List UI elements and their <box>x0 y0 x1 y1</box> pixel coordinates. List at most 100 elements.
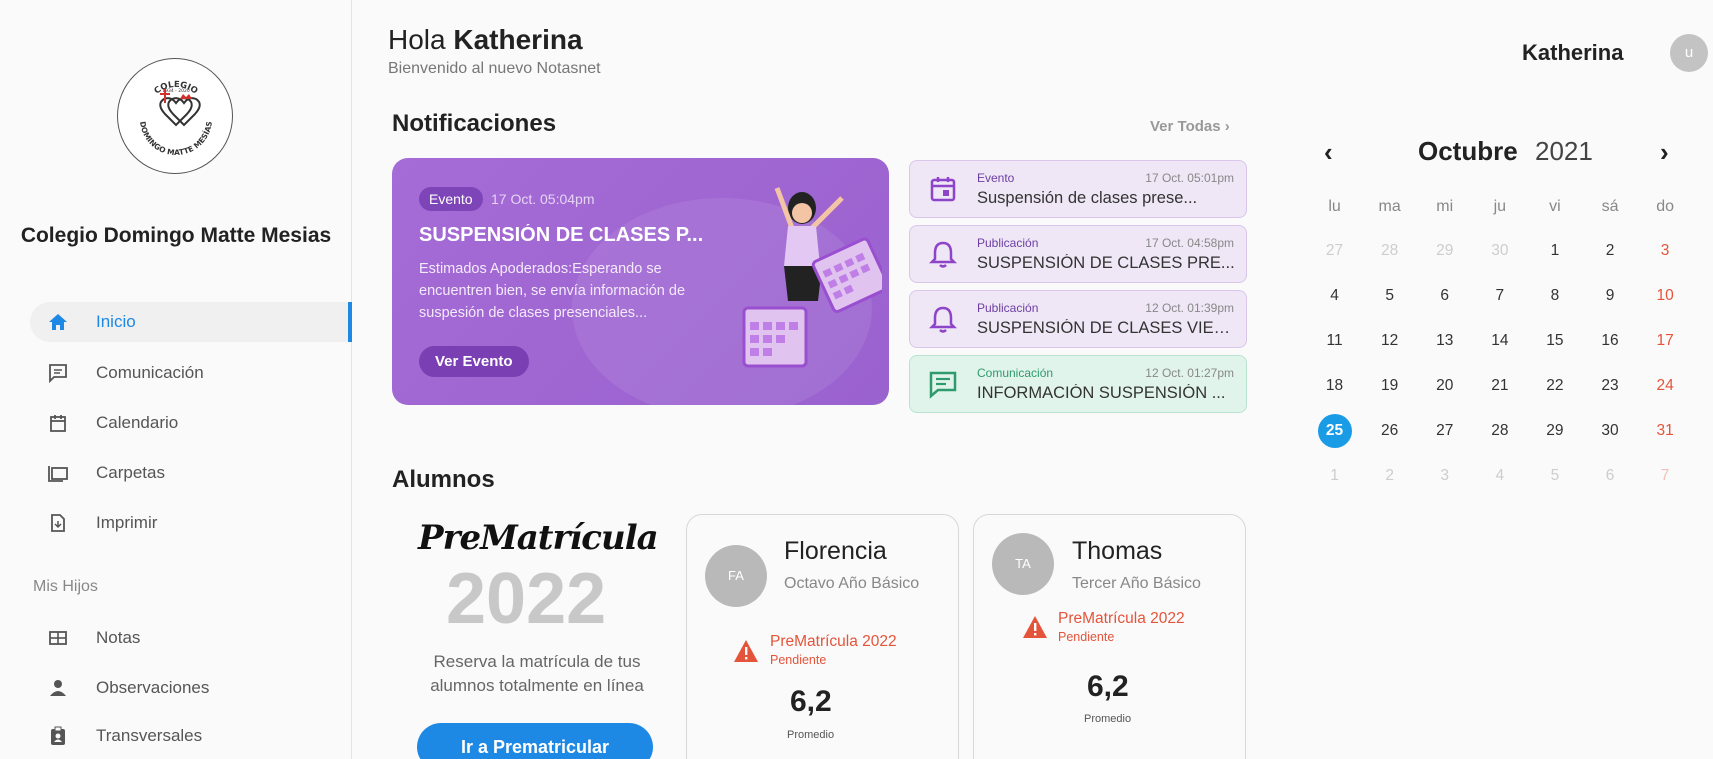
calendar-day[interactable]: 30 <box>1582 414 1637 459</box>
weekday-label: vi <box>1549 198 1561 215</box>
calendar-day[interactable]: 2 <box>1582 234 1637 279</box>
calendar-week-row: 25 26 27 28 29 30 31 <box>1307 414 1693 459</box>
calendar-week-row: 4 5 6 7 8 9 10 <box>1307 279 1693 324</box>
notification-date: 12 Oct. 01:27pm <box>1145 366 1234 380</box>
sidebar-item-label: Calendario <box>96 413 179 432</box>
calendar-day[interactable]: 17 <box>1638 324 1693 369</box>
see-all-link[interactable]: Ver Todas › <box>1150 118 1230 135</box>
notification-type: Evento <box>977 171 1015 185</box>
calendar-week-row: 1234567 <box>1307 459 1693 504</box>
calendar-day[interactable]: 25 <box>1307 414 1362 459</box>
section-label-mis-hijos: Mis Hijos <box>33 578 98 595</box>
calendar-day[interactable]: 12 <box>1362 324 1417 369</box>
notification-item[interactable]: Publicación 12 Oct. 01:39pm SUSPENSIÓN D… <box>909 290 1247 348</box>
calendar-icon <box>928 174 958 204</box>
calendar-day[interactable]: 1 <box>1307 459 1362 504</box>
calendar-today-marker: 25 <box>1317 414 1352 448</box>
featured-notification[interactable]: Evento 17 Oct. 05:04pm SUSPENSIÓN DE CLA… <box>392 158 889 405</box>
avatar: FA <box>705 545 767 607</box>
calendar-day[interactable]: 9 <box>1582 279 1637 324</box>
weekday-label: mi <box>1436 198 1454 215</box>
calendar-day[interactable]: 20 <box>1417 369 1472 414</box>
sidebar-item-imprimir[interactable]: Imprimir <box>30 503 352 543</box>
sidebar-item-inicio[interactable]: Inicio <box>30 302 352 342</box>
sidebar-item-comunicacion[interactable]: Comunicación <box>30 353 352 393</box>
calendar-day[interactable]: 29 <box>1527 414 1582 459</box>
calendar-day[interactable]: 16 <box>1582 324 1637 369</box>
calendar-day[interactable]: 27 <box>1307 234 1362 279</box>
calendar-day[interactable]: 7 <box>1472 279 1527 324</box>
calendar-day[interactable]: 28 <box>1362 234 1417 279</box>
calendar-day[interactable]: 29 <box>1417 234 1472 279</box>
calendar-day[interactable]: 7 <box>1638 459 1693 504</box>
prematricula-title: PreMatrícula <box>418 518 659 558</box>
notification-body: Estimados Apoderados:Esperando se encuen… <box>419 261 686 321</box>
weekday-label: sá <box>1601 198 1619 215</box>
school-name: Colegio Domingo Matte Mesias <box>20 224 332 247</box>
student-card[interactable]: TA Thomas Tercer Año Básico PreMatrícula… <box>973 514 1246 759</box>
calendar-day[interactable]: 5 <box>1362 279 1417 324</box>
user-name[interactable]: Katherina <box>1522 40 1623 66</box>
calendar-day[interactable]: 28 <box>1472 414 1527 459</box>
notification-title: SUSPENSIÓN DE CLASES PRE... <box>977 254 1235 272</box>
student-card[interactable]: FA Florencia Octavo Año Básico PreMatríc… <box>686 514 959 759</box>
student-name: Florencia <box>784 537 887 565</box>
calendar-day[interactable]: 26 <box>1362 414 1417 459</box>
calendar-day[interactable]: 23 <box>1582 369 1637 414</box>
clipboard-icon <box>47 725 69 747</box>
calendar-day[interactable]: 5 <box>1527 459 1582 504</box>
sidebar-item-notas[interactable]: Notas <box>30 618 352 658</box>
sidebar-item-calendario[interactable]: Calendario <box>30 403 352 443</box>
calendar-day[interactable]: 19 <box>1362 369 1417 414</box>
notification-item[interactable]: Evento 17 Oct. 05:01pm Suspensión de cla… <box>909 160 1247 218</box>
calendar-day[interactable]: 3 <box>1417 459 1472 504</box>
calendar-day[interactable]: 22 <box>1527 369 1582 414</box>
calendar-day[interactable]: 15 <box>1527 324 1582 369</box>
average-value: 6,2 <box>1087 670 1129 703</box>
calendar-day[interactable]: 4 <box>1472 459 1527 504</box>
calendar-day[interactable]: 1 <box>1527 234 1582 279</box>
sidebar-item-carpetas[interactable]: Carpetas <box>30 453 352 493</box>
calendar-day[interactable]: 8 <box>1527 279 1582 324</box>
warning-icon <box>733 639 759 663</box>
calendar-day[interactable]: 30 <box>1472 234 1527 279</box>
calendar-day[interactable]: 6 <box>1582 459 1637 504</box>
prematricula-status-title: PreMatrícula 2022 <box>1058 610 1185 627</box>
notification-item[interactable]: Comunicación 12 Oct. 01:27pm INFORMACIÓN… <box>909 355 1247 413</box>
grades-table-icon <box>47 627 69 649</box>
calendar-day[interactable]: 3 <box>1638 234 1693 279</box>
calendar-prev-month-button[interactable]: ‹ <box>1324 137 1333 168</box>
user-avatar[interactable]: u <box>1670 34 1708 72</box>
weekday-label: ma <box>1378 198 1401 215</box>
calendar-day[interactable]: 14 <box>1472 324 1527 369</box>
calendar-day[interactable]: 21 <box>1472 369 1527 414</box>
notification-date: 17 Oct. 05:04pm <box>491 191 595 207</box>
prematricula-description: Reserva la matrícula de tus alumnos tota… <box>430 652 644 695</box>
message-icon <box>928 369 958 399</box>
calendar-day[interactable]: 13 <box>1417 324 1472 369</box>
sidebar-item-observaciones[interactable]: Observaciones <box>30 668 352 708</box>
notification-title: Suspensión de clases prese... <box>977 189 1198 207</box>
calendar-day[interactable]: 11 <box>1307 324 1362 369</box>
calendar-day[interactable]: 2 <box>1362 459 1417 504</box>
notification-item[interactable]: Publicación 17 Oct. 04:58pm SUSPENSIÓN D… <box>909 225 1247 283</box>
calendar-day[interactable]: 27 <box>1417 414 1472 459</box>
print-file-icon <box>47 512 69 534</box>
calendar-day[interactable]: 31 <box>1638 414 1693 459</box>
calendar-day[interactable]: 24 <box>1638 369 1693 414</box>
calendar-day[interactable]: 10 <box>1638 279 1693 324</box>
notification-title: INFORMACIÓN SUSPENSIÓN ... <box>977 384 1226 402</box>
notification-type: Publicación <box>977 236 1039 250</box>
calendar-day[interactable]: 4 <box>1307 279 1362 324</box>
notification-date: 17 Oct. 04:58pm <box>1145 236 1234 250</box>
calendar-day[interactable]: 6 <box>1417 279 1472 324</box>
calendar-day[interactable]: 18 <box>1307 369 1362 414</box>
warning-icon <box>1022 615 1048 639</box>
notification-date: 17 Oct. 05:01pm <box>1145 171 1234 185</box>
person-icon <box>47 677 69 699</box>
calendar-next-month-button[interactable]: › <box>1660 137 1669 168</box>
prematricular-button[interactable]: Ir a Prematricular <box>417 723 653 759</box>
sidebar-item-transversales[interactable]: Transversales <box>30 716 352 756</box>
calendar-year: 2021 <box>1535 136 1593 166</box>
view-event-button[interactable]: Ver Evento <box>419 346 529 377</box>
